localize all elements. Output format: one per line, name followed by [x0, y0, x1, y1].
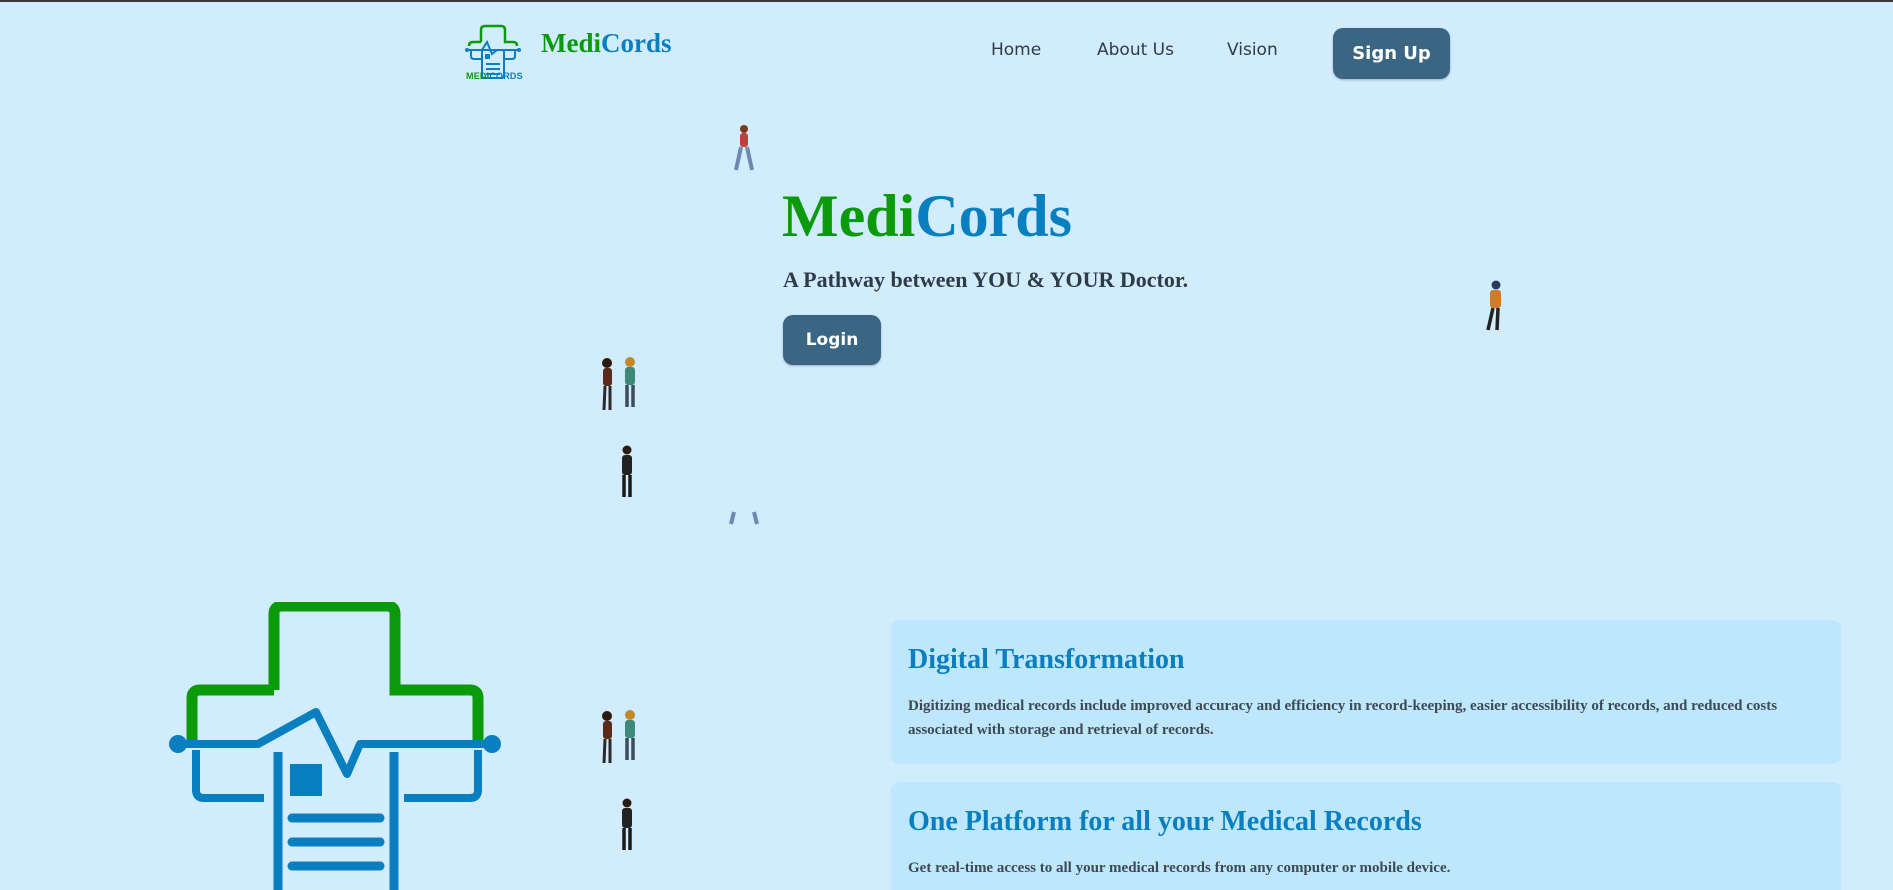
login-button[interactable]: Login [783, 315, 881, 365]
nav-link-vision[interactable]: Vision [1227, 40, 1278, 60]
feature-card-title: Digital Transformation [908, 644, 1185, 675]
feature-card-text: Get real-time access to all your medical… [908, 860, 1451, 876]
brand-name-medi: Medi [541, 28, 601, 58]
nav-link-home[interactable]: Home [991, 40, 1041, 60]
feature-card-one-platform: One Platform for all your Medical Record… [891, 782, 1841, 890]
logo-caption-cords: CORDS [489, 71, 523, 81]
hero-title-cords: Cords [915, 183, 1072, 249]
logo-caption: MEDICORDS [466, 71, 523, 81]
feature-card-text: Digitizing medical records include impro… [908, 698, 1778, 738]
sign-up-button[interactable]: Sign Up [1333, 28, 1450, 79]
person-figure-icon [602, 710, 635, 764]
feature-card-digital-transformation: Digital Transformation Digitizing medica… [891, 620, 1841, 764]
hero-subtitle: A Pathway between YOU & YOUR Doctor. [783, 267, 1189, 292]
logo-caption-medi: MEDI [466, 71, 490, 81]
brand-name-cords: Cords [601, 28, 672, 58]
medicords-large-logo-icon [169, 602, 501, 890]
person-figure-icon [602, 357, 635, 411]
hero-title-medi: Medi [782, 183, 916, 249]
nav-link-about-us[interactable]: About Us [1097, 40, 1174, 60]
person-figure-icon [622, 445, 632, 497]
person-figure-icon [734, 125, 754, 171]
hero-title: MediCords [782, 182, 1072, 251]
feature-card-title: One Platform for all your Medical Record… [908, 806, 1422, 837]
person-figure-icon [1486, 280, 1501, 331]
top-nav: MEDICORDS MediCords Home About Us Vision… [0, 2, 1893, 92]
person-figure-icon [729, 511, 759, 525]
person-figure-icon [622, 798, 632, 850]
brand-name[interactable]: MediCords [541, 28, 672, 59]
